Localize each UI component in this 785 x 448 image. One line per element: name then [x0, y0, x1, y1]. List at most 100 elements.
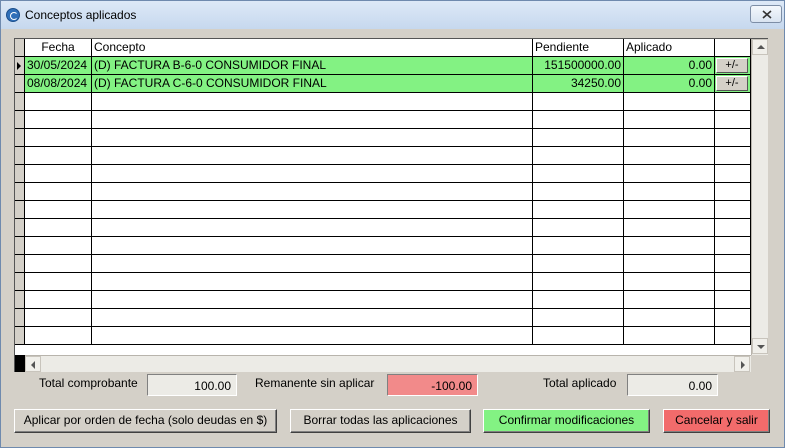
scroll-right-button[interactable] — [734, 356, 750, 372]
empty-cell[interactable] — [624, 111, 715, 129]
empty-cell[interactable] — [715, 111, 751, 129]
empty-cell[interactable] — [715, 93, 751, 111]
cell-pendiente[interactable]: 151500000.00 — [533, 57, 624, 75]
empty-cell[interactable] — [92, 219, 533, 237]
aplicar-por-fecha-button[interactable]: Aplicar por orden de fecha (solo deudas … — [14, 409, 277, 433]
conceptos-grid[interactable]: Fecha Concepto Pendiente Aplicado 30/05/… — [14, 38, 768, 372]
empty-cell[interactable] — [25, 111, 92, 129]
empty-cell[interactable] — [25, 93, 92, 111]
empty-cell[interactable] — [624, 327, 715, 345]
empty-cell[interactable] — [533, 111, 624, 129]
cell-fecha[interactable]: 30/05/2024 — [25, 57, 92, 75]
borrar-aplicaciones-button[interactable]: Borrar todas las aplicaciones — [290, 409, 471, 433]
row-indicator[interactable] — [15, 93, 25, 111]
close-button[interactable] — [750, 5, 782, 23]
scroll-down-button[interactable] — [752, 338, 768, 354]
row-indicator[interactable] — [15, 273, 25, 291]
empty-cell[interactable] — [533, 201, 624, 219]
row-indicator[interactable] — [15, 129, 25, 147]
cell-concepto[interactable]: (D) FACTURA C-6-0 CONSUMIDOR FINAL — [92, 75, 533, 93]
scroll-left-button[interactable] — [25, 356, 41, 372]
empty-cell[interactable] — [715, 183, 751, 201]
empty-cell[interactable] — [533, 255, 624, 273]
empty-cell[interactable] — [715, 309, 751, 327]
empty-cell[interactable] — [25, 255, 92, 273]
empty-cell[interactable] — [92, 273, 533, 291]
empty-cell[interactable] — [715, 255, 751, 273]
cell-concepto[interactable]: (D) FACTURA B-6-0 CONSUMIDOR FINAL — [92, 57, 533, 75]
empty-cell[interactable] — [533, 165, 624, 183]
empty-cell[interactable] — [715, 129, 751, 147]
row-indicator[interactable] — [15, 111, 25, 129]
row-indicator[interactable] — [15, 201, 25, 219]
row-indicator[interactable] — [15, 147, 25, 165]
empty-cell[interactable] — [533, 327, 624, 345]
empty-cell[interactable] — [533, 219, 624, 237]
empty-cell[interactable] — [92, 147, 533, 165]
empty-cell[interactable] — [715, 327, 751, 345]
column-header-aplicado[interactable]: Aplicado — [624, 39, 715, 57]
empty-cell[interactable] — [533, 291, 624, 309]
empty-cell[interactable] — [25, 147, 92, 165]
cell-fecha[interactable]: 08/08/2024 — [25, 75, 92, 93]
empty-cell[interactable] — [92, 309, 533, 327]
empty-cell[interactable] — [25, 327, 92, 345]
cell-aplicado[interactable]: 0.00 — [624, 57, 715, 75]
scroll-up-button[interactable] — [752, 39, 768, 55]
column-header-fecha[interactable]: Fecha — [25, 39, 92, 57]
empty-cell[interactable] — [624, 219, 715, 237]
empty-cell[interactable] — [92, 201, 533, 219]
empty-cell[interactable] — [624, 93, 715, 111]
empty-cell[interactable] — [624, 237, 715, 255]
row-indicator[interactable] — [15, 165, 25, 183]
empty-cell[interactable] — [92, 93, 533, 111]
empty-cell[interactable] — [25, 309, 92, 327]
horizontal-scrollbar[interactable] — [25, 355, 751, 372]
empty-cell[interactable] — [92, 129, 533, 147]
empty-cell[interactable] — [25, 237, 92, 255]
empty-cell[interactable] — [92, 255, 533, 273]
empty-cell[interactable] — [92, 291, 533, 309]
empty-cell[interactable] — [624, 309, 715, 327]
cancelar-button[interactable]: Cancelar y salir — [663, 409, 770, 433]
empty-cell[interactable] — [25, 219, 92, 237]
row-indicator[interactable] — [15, 237, 25, 255]
empty-cell[interactable] — [533, 129, 624, 147]
empty-cell[interactable] — [92, 165, 533, 183]
column-header-concepto[interactable]: Concepto — [92, 39, 533, 57]
empty-cell[interactable] — [533, 147, 624, 165]
cell-aplicado[interactable]: 0.00 — [624, 75, 715, 93]
row-indicator[interactable] — [15, 75, 25, 93]
confirmar-button[interactable]: Confirmar modificaciones — [483, 409, 650, 433]
empty-cell[interactable] — [533, 273, 624, 291]
empty-cell[interactable] — [624, 255, 715, 273]
empty-cell[interactable] — [533, 309, 624, 327]
empty-cell[interactable] — [25, 201, 92, 219]
empty-cell[interactable] — [92, 111, 533, 129]
empty-cell[interactable] — [92, 237, 533, 255]
empty-cell[interactable] — [624, 165, 715, 183]
empty-cell[interactable] — [715, 147, 751, 165]
empty-cell[interactable] — [25, 183, 92, 201]
row-indicator[interactable] — [15, 183, 25, 201]
empty-cell[interactable] — [533, 93, 624, 111]
empty-cell[interactable] — [25, 129, 92, 147]
adjust-button[interactable]: +/- — [716, 58, 748, 73]
empty-cell[interactable] — [624, 129, 715, 147]
cell-pendiente[interactable]: 34250.00 — [533, 75, 624, 93]
empty-cell[interactable] — [624, 183, 715, 201]
empty-cell[interactable] — [624, 201, 715, 219]
empty-cell[interactable] — [715, 165, 751, 183]
empty-cell[interactable] — [624, 147, 715, 165]
empty-cell[interactable] — [715, 237, 751, 255]
empty-cell[interactable] — [533, 183, 624, 201]
empty-cell[interactable] — [92, 327, 533, 345]
column-header-pendiente[interactable]: Pendiente — [533, 39, 624, 57]
row-indicator[interactable] — [15, 255, 25, 273]
vertical-scrollbar[interactable] — [751, 39, 768, 355]
row-indicator[interactable] — [15, 309, 25, 327]
empty-cell[interactable] — [92, 183, 533, 201]
empty-cell[interactable] — [715, 201, 751, 219]
empty-cell[interactable] — [624, 291, 715, 309]
row-indicator[interactable] — [15, 57, 25, 75]
